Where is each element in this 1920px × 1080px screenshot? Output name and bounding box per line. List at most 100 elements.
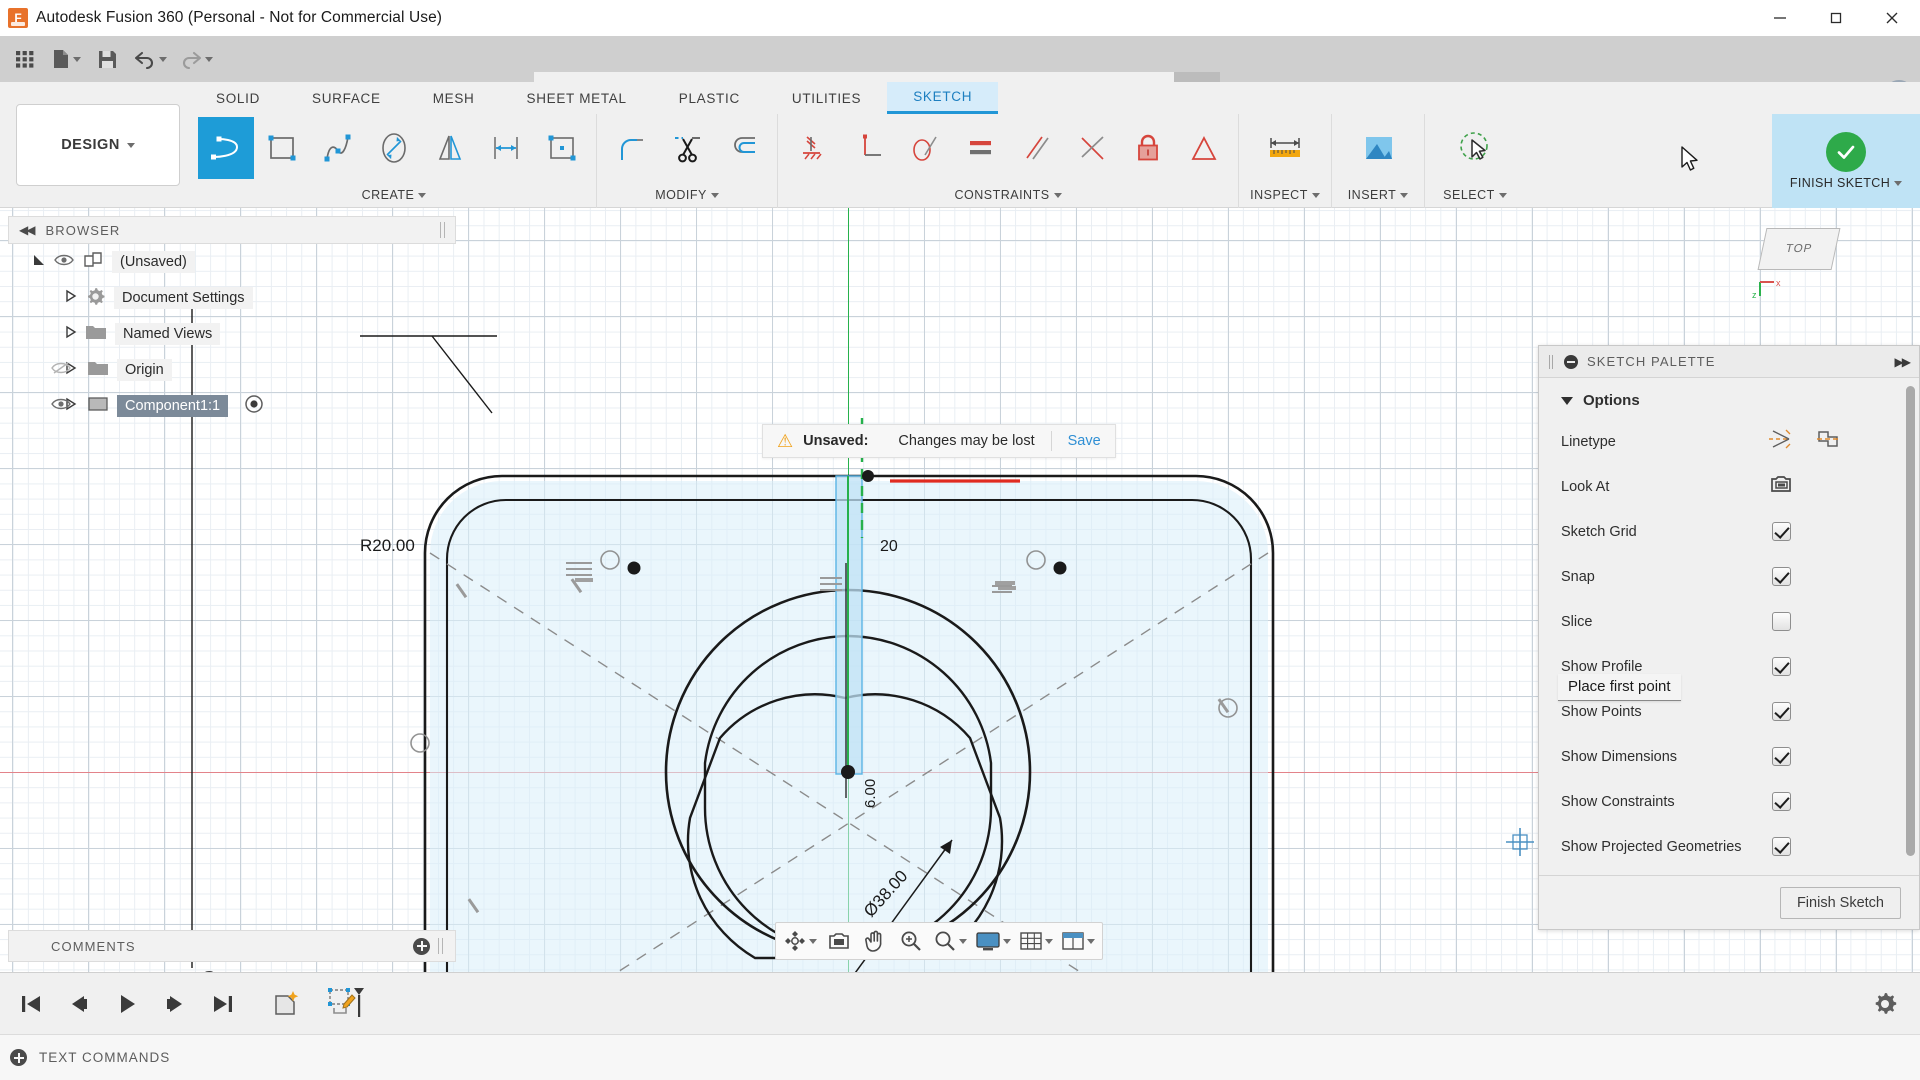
browser-item-component1[interactable]: Component1:1 — [8, 388, 456, 424]
offset-tool[interactable] — [715, 117, 771, 179]
browser-item-origin[interactable]: Origin — [8, 352, 456, 388]
tab-plastic[interactable]: PLASTIC — [653, 82, 766, 114]
chevron-down-icon[interactable] — [1045, 938, 1053, 944]
line-tool[interactable] — [198, 117, 254, 179]
slice-checkbox[interactable] — [1772, 612, 1791, 631]
timeline-jump-end[interactable] — [202, 982, 244, 1026]
expand-triangle-icon[interactable] — [32, 253, 46, 271]
ellipse-tool[interactable] — [366, 117, 422, 179]
save-icon[interactable] — [88, 40, 126, 78]
perpendicular-constraint[interactable] — [840, 117, 896, 179]
finish-sketch-palette-button[interactable]: Finish Sketch — [1779, 886, 1901, 919]
dimension-radius-label[interactable]: R20.00 — [360, 536, 415, 556]
timeline-jump-start[interactable] — [10, 982, 52, 1026]
text-commands-toggle-icon[interactable] — [10, 1049, 27, 1066]
chevron-down-icon[interactable] — [809, 938, 817, 944]
view-cube[interactable]: TOP z x — [1748, 220, 1868, 302]
minimize-button[interactable] — [1752, 0, 1808, 36]
redo-icon[interactable] — [174, 40, 218, 78]
panel-label-select[interactable]: SELECT — [1425, 182, 1525, 208]
palette-section-options[interactable]: Options — [1539, 386, 1919, 419]
spline-tool[interactable] — [310, 117, 366, 179]
sketch-grid-checkbox[interactable] — [1772, 522, 1791, 541]
panel-label-insert[interactable]: INSERT — [1332, 182, 1424, 208]
eye-icon[interactable] — [54, 253, 74, 271]
expand-triangle-icon[interactable] — [64, 289, 77, 307]
panel-label-inspect[interactable]: INSPECT — [1239, 182, 1331, 208]
expand-triangle-icon[interactable] — [64, 325, 77, 343]
symmetry-constraint[interactable] — [1176, 117, 1232, 179]
insert-image-tool[interactable] — [1350, 117, 1406, 179]
sketch-palette-header[interactable]: SKETCH PALETTE ▶▶ — [1539, 346, 1919, 378]
pan-tool[interactable] — [858, 924, 892, 958]
zoom-window-tool[interactable] — [930, 924, 970, 958]
timeline-feature-component[interactable] — [264, 982, 312, 1026]
timeline-settings-button[interactable] — [1864, 982, 1906, 1026]
rectangle-tool[interactable] — [254, 117, 310, 179]
centerline-icon[interactable] — [1815, 428, 1841, 455]
timeline-step-forward[interactable] — [154, 982, 196, 1026]
zoom-tool[interactable] — [894, 924, 928, 958]
show-projected-geometries-checkbox[interactable] — [1772, 837, 1791, 856]
eye-icon[interactable] — [51, 397, 71, 415]
browser-item-unsaved[interactable]: (Unsaved) — [8, 244, 456, 280]
show-constraints-checkbox[interactable] — [1772, 792, 1791, 811]
dimension-twenty-label[interactable]: 20 — [880, 538, 898, 556]
chevron-down-icon[interactable] — [959, 938, 967, 944]
palette-scrollbar[interactable] — [1906, 386, 1915, 856]
browser-item-document-settings[interactable]: Document Settings — [8, 280, 456, 316]
viewports[interactable] — [1058, 924, 1098, 958]
timeline-play[interactable] — [106, 982, 148, 1026]
show-points-checkbox[interactable] — [1772, 702, 1791, 721]
browser-resize-grip[interactable] — [440, 222, 445, 238]
eye-off-icon[interactable] — [51, 361, 71, 379]
orbit-tool[interactable] — [780, 924, 820, 958]
show-profile-checkbox[interactable] — [1772, 657, 1791, 676]
construction-line-icon[interactable] — [1767, 428, 1793, 455]
tab-utilities[interactable]: UTILITIES — [766, 82, 887, 114]
parallel-constraint[interactable] — [1008, 117, 1064, 179]
fix-unfix-constraint[interactable] — [1120, 117, 1176, 179]
fillet-tool[interactable] — [603, 117, 659, 179]
comments-bar[interactable]: COMMENTS — [8, 930, 456, 962]
workspace-switcher[interactable]: DESIGN — [16, 104, 180, 186]
look-at-tool[interactable] — [822, 924, 856, 958]
redo-caret-icon[interactable] — [205, 56, 213, 62]
comments-add-icon[interactable] — [413, 937, 430, 955]
panel-label-modify[interactable]: MODIFY — [597, 182, 777, 208]
tab-mesh[interactable]: MESH — [407, 82, 501, 114]
coincident-constraint[interactable] — [1064, 117, 1120, 179]
show-dimensions-checkbox[interactable] — [1772, 747, 1791, 766]
rectangular-pattern-tool[interactable] — [534, 117, 590, 179]
display-settings[interactable] — [972, 924, 1014, 958]
tab-sheet-metal[interactable]: SHEET METAL — [501, 82, 653, 114]
mirror-tool[interactable] — [422, 117, 478, 179]
maximize-button[interactable] — [1808, 0, 1864, 36]
close-button[interactable] — [1864, 0, 1920, 36]
timeline-feature-sketch[interactable] — [318, 982, 372, 1026]
sketch-dimension-tool[interactable] — [478, 117, 534, 179]
horizontal-vertical-constraint[interactable] — [784, 117, 840, 179]
palette-collapse-icon[interactable] — [1564, 354, 1578, 369]
expand-right-icon[interactable]: ▶▶ — [1895, 355, 1912, 369]
tab-solid[interactable]: SOLID — [190, 82, 286, 114]
save-link[interactable]: Save — [1068, 433, 1101, 449]
equal-constraint[interactable] — [952, 117, 1008, 179]
app-grid-icon[interactable] — [6, 40, 44, 78]
chevron-down-icon[interactable] — [1087, 938, 1095, 944]
tangent-constraint[interactable] — [896, 117, 952, 179]
snap-checkbox[interactable] — [1772, 567, 1791, 586]
dimension-six-label[interactable]: 6.00 — [862, 779, 879, 808]
browser-item-named-views[interactable]: Named Views — [8, 316, 456, 352]
chevron-down-icon[interactable] — [1003, 938, 1011, 944]
browser-header[interactable]: ◀◀ BROWSER — [8, 216, 456, 244]
select-tool[interactable] — [1447, 117, 1503, 179]
new-file-icon[interactable] — [46, 40, 86, 78]
look-at-icon[interactable] — [1769, 473, 1795, 500]
timeline-step-back[interactable] — [58, 982, 100, 1026]
comments-resize-grip[interactable] — [438, 938, 443, 954]
undo-caret-icon[interactable] — [159, 56, 167, 62]
undo-icon[interactable] — [128, 40, 172, 78]
measure-tool[interactable] — [1257, 117, 1313, 179]
new-file-caret-icon[interactable] — [73, 56, 81, 62]
